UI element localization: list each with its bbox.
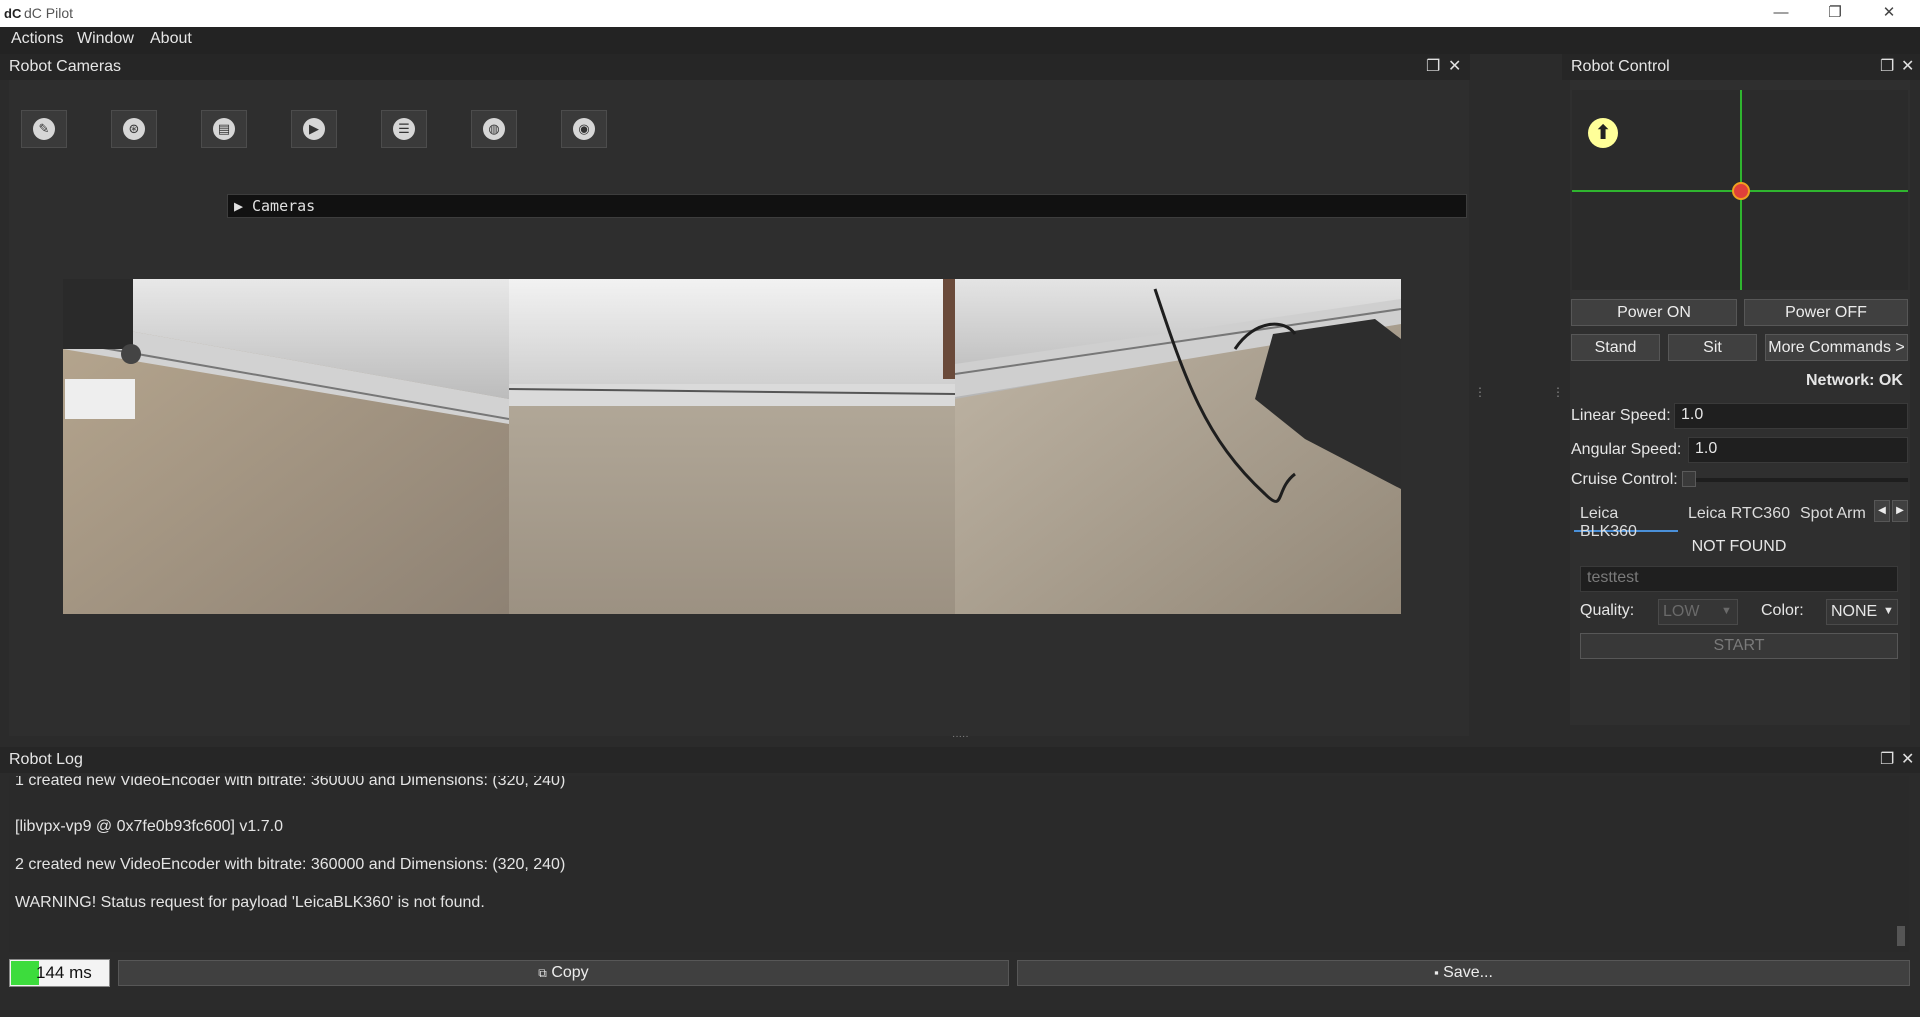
cruise-control-label: Cruise Control: [1571, 471, 1678, 488]
log-line: [libvpx-vp9 @ 0x7fe0b93fc600] v1.7.0 [15, 818, 283, 835]
close-icon[interactable]: ✕ [1901, 749, 1914, 769]
angular-speed-input[interactable]: 1.0 [1688, 437, 1908, 463]
tab-spot-arm[interactable]: Spot Arm [1798, 500, 1872, 530]
device-name-input[interactable]: testtest [1580, 566, 1898, 592]
camera-feed-left [63, 279, 509, 614]
telescope-icon: ✎ [33, 118, 55, 140]
control-panel-header: Robot Control ❐ ✕ [1562, 54, 1920, 80]
cruise-control-slider-handle[interactable] [1682, 471, 1696, 487]
tab-leica-blk360[interactable]: Leica BLK360 [1574, 500, 1678, 540]
toolbar-camera-button[interactable]: ◉ [561, 110, 607, 148]
more-commands-button[interactable]: More Commands > [1765, 334, 1908, 361]
camera-icon: ◉ [573, 118, 595, 140]
log-line: 1 created new VideoEncoder with bitrate:… [15, 776, 566, 789]
sit-button[interactable]: Sit [1668, 334, 1757, 361]
vertical-splitter-handle[interactable]: ⋮ [1474, 385, 1486, 399]
log-scrollbar[interactable] [1897, 926, 1905, 946]
log-panel-header: Robot Log ❐ ✕ [0, 747, 1920, 773]
app-logo: dC [4, 6, 22, 21]
close-window-button[interactable]: ✕ [1862, 0, 1916, 27]
joystick-area[interactable]: ⬆ [1572, 90, 1908, 290]
cruise-control-slider[interactable] [1684, 478, 1908, 482]
tab-scroll-right-icon[interactable]: ▶ [1892, 500, 1908, 522]
latency-meter: 144 ms [9, 959, 110, 987]
menu-window[interactable]: Window [77, 30, 134, 48]
scanner-icon: ▤ [213, 118, 235, 140]
chevron-down-icon: ▼ [1721, 605, 1732, 617]
log-actions-bar: 144 ms ⧉ Copy ▪ Save... [0, 958, 1920, 988]
color-label: Color: [1761, 602, 1804, 619]
copy-log-button[interactable]: ⧉ Copy [118, 960, 1009, 986]
log-output: 1 created new VideoEncoder with bitrate:… [9, 776, 1909, 952]
log-line: WARNING! Status request for payload 'Lei… [15, 894, 485, 911]
copy-icon: ⧉ [538, 966, 547, 980]
title-bar: dC dC Pilot — ❐ ✕ [0, 0, 1920, 27]
toolbar-scanner-button[interactable]: ▤ [201, 110, 247, 148]
log-panel-title: Robot Log [9, 751, 83, 768]
menu-about[interactable]: About [150, 30, 192, 48]
power-on-button[interactable]: Power ON [1571, 299, 1737, 326]
toolbar-sphere-button[interactable]: ◍ [471, 110, 517, 148]
undock-icon[interactable]: ❐ [1880, 749, 1894, 769]
save-log-button[interactable]: ▪ Save... [1017, 960, 1910, 986]
list-icon: ☰ [393, 118, 415, 140]
cameras-collapse-label: Cameras [252, 197, 316, 215]
start-button[interactable]: START [1580, 633, 1898, 659]
quality-select[interactable]: LOW ▼ [1658, 599, 1738, 625]
menu-bar: Actions Window About [0, 27, 1920, 54]
toolbar-lidar-button[interactable]: ⊛ [111, 110, 157, 148]
toolbar-media-button[interactable]: ▶ [291, 110, 337, 148]
cameras-panel-header: Robot Cameras ❐ ✕ [0, 54, 1470, 80]
log-line: 2 created new VideoEncoder with bitrate:… [15, 856, 566, 873]
close-icon[interactable]: ✕ [1901, 56, 1914, 76]
cameras-collapse-header[interactable]: ▶ Cameras [227, 194, 1467, 218]
network-status: Network: OK [1806, 372, 1903, 389]
linear-speed-label: Linear Speed: [1571, 407, 1671, 424]
expand-triangle-icon: ▶ [234, 197, 244, 215]
angular-speed-label: Angular Speed: [1571, 441, 1682, 458]
lidar-icon: ⊛ [123, 118, 145, 140]
toolbar-telescope-button[interactable]: ✎ [21, 110, 67, 148]
window-title: dC Pilot [24, 5, 74, 21]
stand-button[interactable]: Stand [1571, 334, 1660, 361]
tab-leica-rtc360[interactable]: Leica RTC360 [1688, 500, 1794, 530]
linear-speed-input[interactable]: 1.0 [1674, 403, 1908, 429]
sphere-icon: ◍ [483, 118, 505, 140]
camera-feed-right [955, 279, 1401, 614]
undock-icon[interactable]: ❐ [1426, 56, 1440, 76]
horizontal-splitter-handle[interactable]: ····· [952, 731, 969, 742]
media-icon: ▶ [303, 118, 325, 140]
cameras-panel-title: Robot Cameras [9, 58, 122, 75]
toolbar-list-button[interactable]: ☰ [381, 110, 427, 148]
color-select[interactable]: NONE ▼ [1826, 599, 1898, 625]
maximize-button[interactable]: ❐ [1808, 0, 1862, 27]
chevron-down-icon: ▼ [1883, 605, 1894, 617]
vertical-splitter-handle-2[interactable]: ⋮ [1552, 385, 1564, 399]
quality-label: Quality: [1580, 602, 1635, 619]
menu-actions[interactable]: Actions [11, 30, 63, 48]
joystick-handle[interactable] [1732, 182, 1750, 200]
undock-icon[interactable]: ❐ [1880, 56, 1894, 76]
minimize-button[interactable]: — [1754, 0, 1808, 27]
control-panel: ⬆ Power ON Power OFF Stand Sit More Comm… [1570, 80, 1910, 725]
latency-value: 144 ms [36, 963, 92, 982]
latency-bar-fill [11, 961, 39, 985]
tab-scroll-left-icon[interactable]: ◀ [1874, 500, 1890, 522]
device-status: NOT FOUND [1691, 538, 1787, 555]
close-icon[interactable]: ✕ [1448, 56, 1461, 76]
camera-feed-center [509, 279, 955, 614]
cameras-panel: ✎ ⊛ ▤ ▶ ☰ ◍ ◉ ▶ Cameras [9, 80, 1469, 736]
control-panel-title: Robot Control [1571, 58, 1670, 75]
up-arrow-icon[interactable]: ⬆ [1588, 118, 1618, 148]
power-off-button[interactable]: Power OFF [1744, 299, 1908, 326]
save-icon: ▪ [1434, 965, 1439, 980]
